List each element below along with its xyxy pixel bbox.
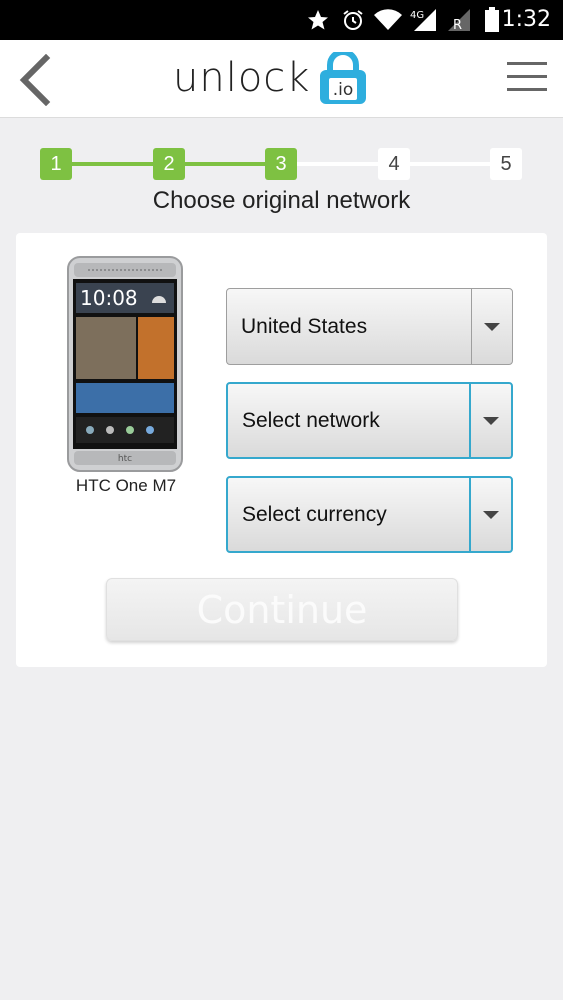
page-title: Choose original network bbox=[152, 187, 411, 214]
select-divider bbox=[471, 289, 472, 364]
svg-text:R: R bbox=[453, 18, 462, 33]
status-time: 1:32 bbox=[501, 7, 551, 32]
hamburger-menu-icon bbox=[507, 62, 547, 91]
chevron-down-icon bbox=[484, 322, 500, 331]
continue-button[interactable]: Continue bbox=[106, 578, 458, 641]
padlock-icon: .io bbox=[320, 52, 367, 104]
country-select-value: United States bbox=[241, 314, 368, 338]
step-5: 5 bbox=[490, 148, 522, 180]
chevron-left-icon bbox=[19, 53, 51, 107]
device-image: 10:08 htc bbox=[66, 255, 184, 473]
status-bar: 4G R 1:32 bbox=[0, 0, 563, 40]
select-divider bbox=[469, 478, 471, 551]
step-2: 2 bbox=[153, 148, 185, 180]
chevron-down-icon bbox=[483, 416, 499, 425]
chevron-down-icon bbox=[483, 510, 499, 519]
device-name: HTC One M7 bbox=[75, 476, 177, 495]
step-1: 1 bbox=[40, 148, 72, 180]
step-4: 4 bbox=[378, 148, 410, 180]
device-brand-mark: htc bbox=[118, 454, 132, 464]
battery-icon bbox=[482, 6, 502, 34]
currency-select-value: Select currency bbox=[242, 502, 387, 526]
logo-badge: .io bbox=[333, 80, 354, 100]
step-3: 3 bbox=[265, 148, 297, 180]
select-divider bbox=[469, 384, 471, 457]
app-logo: unlock .io bbox=[173, 52, 368, 104]
app-header: unlock .io bbox=[0, 40, 563, 118]
selection-card: 10:08 htc HTC One M7 United States Selec… bbox=[16, 233, 547, 667]
logo-text: unlock bbox=[173, 55, 311, 101]
back-button[interactable] bbox=[14, 53, 62, 107]
network-type-label: 4G bbox=[410, 10, 424, 21]
wifi-icon bbox=[372, 6, 404, 34]
alarm-icon bbox=[340, 6, 366, 34]
network-select-value: Select network bbox=[242, 408, 380, 432]
country-select[interactable]: United States bbox=[226, 288, 513, 365]
signal-icon: 4G bbox=[408, 6, 438, 34]
network-select[interactable]: Select network bbox=[226, 382, 513, 459]
menu-button[interactable] bbox=[507, 60, 547, 94]
signal-roaming-icon: R bbox=[444, 6, 472, 34]
currency-select[interactable]: Select currency bbox=[226, 476, 513, 553]
star-icon bbox=[305, 6, 331, 34]
device-screen-time: 10:08 bbox=[80, 286, 138, 310]
progress-stepper: 1 2 3 4 5 bbox=[40, 148, 522, 180]
